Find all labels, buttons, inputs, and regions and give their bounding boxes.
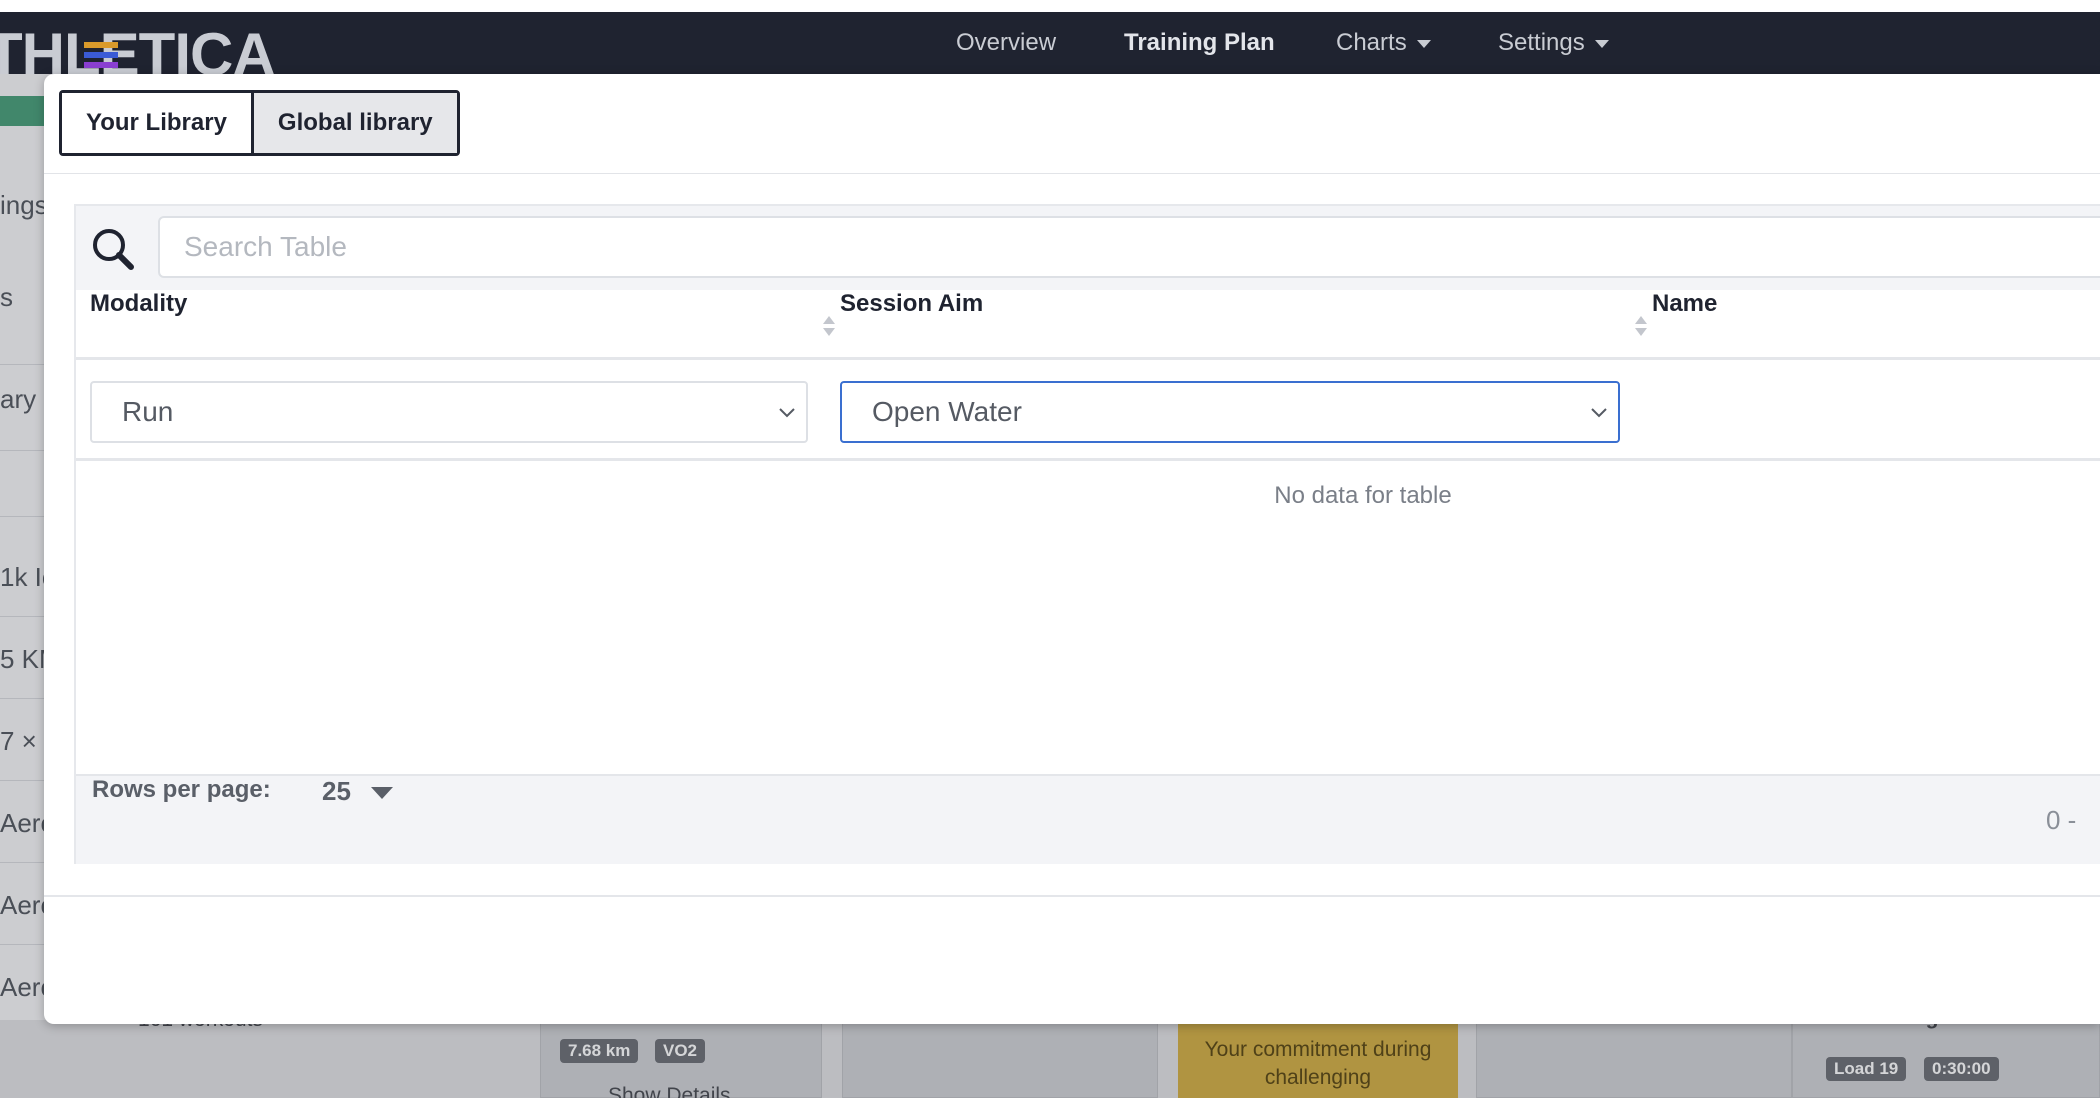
library-tab-group: Your Library Global library bbox=[59, 90, 460, 156]
modal-footer-divider bbox=[44, 895, 2100, 897]
nav-charts[interactable]: Charts bbox=[1336, 12, 1431, 74]
modal-header: Your Library Global library bbox=[44, 74, 2100, 174]
caret-down-icon bbox=[370, 787, 393, 800]
chevron-down-icon bbox=[1591, 408, 1607, 418]
window-top-strip bbox=[0, 0, 2100, 12]
sort-icon[interactable] bbox=[1634, 314, 1648, 338]
pagination-range: 0 - bbox=[2046, 805, 2077, 835]
column-header-session-aim[interactable]: Session Aim bbox=[840, 290, 983, 360]
rows-per-page-label: Rows per page: bbox=[92, 776, 271, 803]
library-modal: Your Library Global library Modality Ses… bbox=[44, 74, 2100, 1024]
chevron-down-icon bbox=[1416, 39, 1431, 48]
nav-settings-label: Settings bbox=[1498, 29, 1585, 56]
nav-settings[interactable]: Settings bbox=[1498, 12, 1609, 74]
search-icon bbox=[93, 229, 134, 270]
column-header-modality[interactable]: Modality bbox=[90, 290, 187, 360]
modality-filter-value: Run bbox=[122, 396, 174, 427]
session-aim-filter-select[interactable]: Open Water bbox=[840, 381, 1620, 443]
workout-library-table: Modality Session Aim Name Run Open Water… bbox=[74, 204, 2100, 864]
modality-filter-select[interactable]: Run bbox=[90, 381, 808, 443]
tab-your-library[interactable]: Your Library bbox=[62, 93, 251, 153]
search-input[interactable] bbox=[158, 216, 2100, 278]
table-filter-row: Run Open Water bbox=[76, 363, 2100, 461]
tab-global-library[interactable]: Global library bbox=[250, 93, 457, 153]
table-search-bar bbox=[76, 206, 2100, 290]
table-header-row: Modality Session Aim Name bbox=[76, 290, 2100, 360]
session-aim-filter-value: Open Water bbox=[872, 396, 1022, 427]
nav-training-plan[interactable]: Training Plan bbox=[1124, 12, 1275, 74]
rows-per-page-value: 25 bbox=[322, 776, 351, 806]
nav-charts-label: Charts bbox=[1336, 29, 1407, 56]
rows-per-page-select[interactable]: 25 bbox=[322, 776, 393, 807]
nav-overview[interactable]: Overview bbox=[956, 12, 1056, 74]
chevron-down-icon bbox=[1594, 39, 1609, 48]
chevron-down-icon bbox=[779, 408, 795, 418]
empty-table-message: No data for table bbox=[1274, 482, 1452, 509]
sort-icon[interactable] bbox=[822, 314, 836, 338]
table-pagination-footer: Rows per page: 25 0 - bbox=[76, 774, 2100, 864]
column-header-name[interactable]: Name bbox=[1652, 290, 1717, 360]
